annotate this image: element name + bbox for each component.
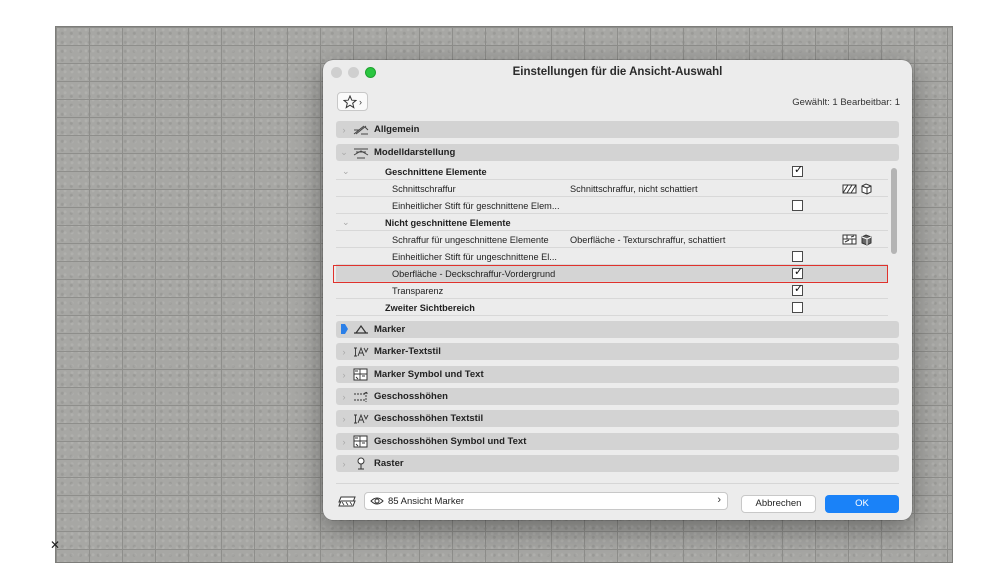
cancel-button[interactable]: Abbrechen <box>741 495 816 513</box>
chevron-right-icon: › <box>342 369 346 380</box>
panel-modelldarstellung[interactable]: ⌄ Modelldarstellung <box>336 144 899 161</box>
panel-label: Allgemein <box>374 124 420 135</box>
grid-pin-icon <box>352 457 370 471</box>
row-label: Transparenz <box>392 286 444 296</box>
tree-row[interactable]: Zweiter Sichtbereich <box>336 300 888 316</box>
checkbox[interactable]: ✓ <box>792 283 804 296</box>
tree-row[interactable]: Einheitlicher Stift für ungeschnittene E… <box>336 249 888 265</box>
title-bar: Einstellungen für die Ansicht-Auswahl <box>323 60 912 84</box>
tree-row[interactable]: Schnittschraffur Schnittschraffur, nicht… <box>336 181 888 197</box>
chevron-right-icon: › <box>342 458 346 469</box>
chevron-right-icon <box>336 323 352 337</box>
checkbox[interactable] <box>792 200 803 211</box>
highlight-frame <box>333 265 888 283</box>
panel-geschosshoehen-symbol-und-text[interactable]: › Geschosshöhen Symbol und Text <box>336 433 899 450</box>
row-label: Nicht geschnittene Elemente <box>385 218 511 228</box>
text-style-icon <box>352 412 370 426</box>
text-style-icon <box>352 345 370 359</box>
panel-marker-textstil[interactable]: › Marker-Textstil <box>336 343 899 360</box>
panel-raster[interactable]: › Raster <box>336 455 899 472</box>
row-label: Schraffur für ungeschnittene Elemente <box>392 235 549 245</box>
model-display-tree: ⌄ Geschnittene Elemente ✓ Schnittschraff… <box>336 164 888 316</box>
panel-geschosshoehen-textstil[interactable]: › Geschosshöhen Textstil <box>336 410 899 427</box>
chevron-right-icon: › <box>342 346 346 357</box>
panel-label: Marker-Textstil <box>374 346 441 357</box>
panel-label: Modelldarstellung <box>374 147 456 158</box>
row-icons <box>842 233 873 246</box>
panel-marker-symbol-und-text[interactable]: › Marker Symbol und Text <box>336 366 899 383</box>
tree-row[interactable]: ⌄ Nicht geschnittene Elemente <box>336 215 888 231</box>
checkbox[interactable] <box>792 251 803 262</box>
row-label: Einheitlicher Stift für geschnittene Ele… <box>392 201 560 211</box>
checkbox[interactable]: ✓ <box>792 164 804 177</box>
chevron-right-icon: › <box>359 96 362 107</box>
marker-indicator-icon <box>340 323 348 334</box>
favorites-button[interactable]: › <box>337 92 368 111</box>
row-label: Geschnittene Elemente <box>385 167 487 177</box>
chevron-right-icon: › <box>342 124 346 135</box>
general-settings-icon <box>352 123 370 137</box>
checkbox[interactable] <box>792 302 803 313</box>
chevron-down-icon: ⌄ <box>342 217 350 227</box>
cut-fill-icon <box>842 184 857 194</box>
checkmark-icon: ✓ <box>794 283 804 295</box>
symbol-text-icon <box>352 368 370 382</box>
star-icon <box>343 94 357 109</box>
cube-icon <box>861 183 872 195</box>
row-label: Zweiter Sichtbereich <box>385 303 475 313</box>
row-value: Schnittschraffur, nicht schattiert <box>570 184 698 194</box>
panel-geschosshoehen[interactable]: › Geschosshöhen <box>336 388 899 405</box>
eye-icon <box>370 497 384 505</box>
marker-icon <box>352 323 370 337</box>
chevron-down-icon: ⌄ <box>340 147 348 157</box>
chevron-right-icon: › <box>342 391 346 402</box>
scrollbar-thumb[interactable] <box>891 168 897 254</box>
tree-row[interactable]: Schraffur für ungeschnittene Elemente Ob… <box>336 232 888 248</box>
view-name: 85 Ansicht Marker <box>388 496 465 507</box>
row-icons <box>842 182 873 195</box>
tree-row[interactable]: Einheitlicher Stift für geschnittene Ele… <box>336 198 888 214</box>
panel-marker[interactable]: Marker <box>336 321 899 338</box>
panel-label: Geschosshöhen Symbol und Text <box>374 436 527 447</box>
chevron-right-icon: › <box>342 436 346 447</box>
tree-scrollbar[interactable] <box>889 164 899 316</box>
panel-label: Geschosshöhen <box>374 391 448 402</box>
tree-row[interactable]: Transparenz ✓ <box>336 283 888 299</box>
settings-dialog: Einstellungen für die Ansicht-Auswahl › … <box>323 60 912 520</box>
chevron-right-icon: › <box>342 413 346 424</box>
model-display-icon <box>352 146 370 160</box>
window-title: Einstellungen für die Ansicht-Auswahl <box>512 66 723 78</box>
row-label: Einheitlicher Stift für ungeschnittene E… <box>392 252 557 262</box>
crosshair-icon: ✕ <box>50 538 61 552</box>
panel-label: Marker <box>374 324 406 335</box>
checkmark-icon: ✓ <box>794 164 804 176</box>
chevron-down-icon: ⌄ <box>342 166 350 176</box>
panel-allgemein[interactable]: › Allgemein <box>336 121 899 138</box>
row-value: Oberfläche - Texturschraffur, schattiert <box>570 235 726 245</box>
ok-button[interactable]: OK <box>825 495 899 513</box>
row-label: Schnittschraffur <box>392 184 456 194</box>
view-selector[interactable]: 85 Ansicht Marker › <box>364 492 728 510</box>
shaded-cube-icon <box>861 234 872 246</box>
tree-row[interactable]: ⌄ Geschnittene Elemente ✓ <box>336 164 888 180</box>
layers-icon[interactable] <box>337 494 357 509</box>
panel-label: Raster <box>374 458 404 469</box>
footer-divider <box>336 483 899 484</box>
panel-label: Marker Symbol und Text <box>374 369 484 380</box>
panel-label: Geschosshöhen Textstil <box>374 413 484 424</box>
story-levels-icon <box>352 390 370 404</box>
chevron-right-icon: › <box>717 494 721 506</box>
selection-count: Gewählt: 1 Bearbeitbar: 1 <box>792 97 900 108</box>
texture-fill-icon <box>842 234 857 245</box>
symbol-text-icon <box>352 435 370 449</box>
